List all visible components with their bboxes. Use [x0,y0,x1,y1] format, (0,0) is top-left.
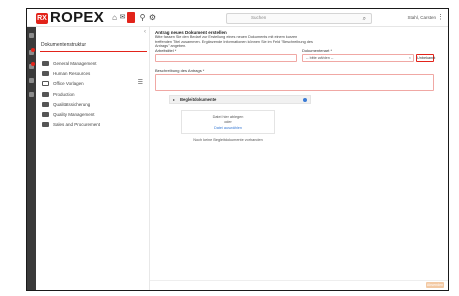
description-field-label: Beschreibung des Antrags * [155,68,205,73]
rail-report-icon[interactable] [29,78,34,83]
clear-icon[interactable]: × [409,55,411,60]
choose-file-link[interactable]: Datei auswählen [182,126,274,130]
tree-item-label: Quality Management [53,112,95,117]
no-attachments-text: Noch keine Begleitdokumente vorhanden [193,138,263,142]
panel-title: Dokumentenstruktur [41,42,87,48]
logo[interactable]: ROPEX [50,10,104,26]
type-select-value: -- bitte wählen -- [306,56,334,60]
notification-badge [31,48,35,52]
logo-mark: RX [36,13,48,24]
description-field[interactable] [155,74,434,91]
tree-item-label: Office Vorlagen [53,81,84,86]
tree-item-production[interactable]: Production [42,91,75,98]
document-structure-panel: ‹ Dokumentenstruktur General Management … [36,27,150,290]
panel-title-underline [40,51,147,52]
folder-icon [42,61,49,66]
notification-badge [31,62,35,66]
tree-item-label: Sales and Procurement [53,122,101,127]
search-input[interactable]: Suchen ⌕ [226,13,372,24]
tree-item-label: General Management [53,61,97,66]
tree-icon[interactable]: ⚲ [138,13,147,22]
document-icon[interactable] [127,12,135,23]
tree-item-office-vorlagen[interactable]: Office Vorlagen [42,80,84,87]
tree-item-label: Production [53,92,75,97]
top-bar: RX ROPEX ⌂ ✉ ≡ ⚲ ⚙ Suchen ⌕ Stahl, Carst… [27,9,448,27]
collapse-icon[interactable]: ‹ [144,29,146,35]
title-field[interactable] [155,54,297,62]
tree-item-quality-management[interactable]: Quality Management [42,111,95,118]
app-window: RX ROPEX ⌂ ✉ ≡ ⚲ ⚙ Suchen ⌕ Stahl, Carst… [26,8,449,291]
tree-item-qualitaetssicherung[interactable]: Qualitätssicherung [42,101,90,108]
tree-item-label: Human Resources [53,71,91,76]
tree-item-sales-procurement[interactable]: Sales and Procurement [42,121,100,128]
file-dropzone[interactable]: Datei hier ablegen oder Datei auswählen [181,110,275,134]
submit-button[interactable]: Absenden [426,282,444,288]
nav-rail [27,27,36,290]
form-description: Bitte fassen Sie den Bedarf zur Erstellu… [155,35,313,48]
folder-icon [42,102,49,107]
user-menu-icon[interactable]: ⋮ [437,13,444,22]
dropzone-or: oder [224,120,232,124]
unknown-type-button[interactable]: Unbekannt [416,54,435,62]
search-placeholder: Suchen [251,15,267,20]
attachments-header[interactable]: ▸ Begleitdokumente [169,95,311,104]
form-footer: Absenden [150,280,448,290]
plugin-icon[interactable]: ⚙ [148,13,157,22]
folder-icon [42,112,49,117]
type-field-label: Dokumentenart * [302,48,333,53]
dropzone-text: Datei hier ablegen [212,115,244,119]
attachments-title: Begleitdokumente [180,97,217,102]
title-field-label: Arbeitstitel * [155,48,177,53]
expand-caret-icon[interactable]: ▸ [173,97,175,102]
tree-item-human-resources[interactable]: Human Resources [42,70,90,77]
search-icon[interactable]: ⌕ [363,15,366,23]
folder-icon [42,122,49,127]
tree-item-general-management[interactable]: General Management [42,60,97,67]
tree-item-label: Qualitätssicherung [53,102,91,107]
type-select[interactable]: -- bitte wählen -- × [302,54,414,62]
rail-home-icon[interactable] [29,33,34,38]
folder-icon [42,92,49,97]
list-view-icon[interactable]: ☰ [138,79,143,86]
request-form: Antrag neues Dokument erstellen Bitte fa… [150,27,448,290]
user-name[interactable]: Stahl, Carsten [407,15,436,20]
rail-settings-icon[interactable] [29,92,34,97]
info-icon[interactable] [303,98,307,102]
folder-icon [42,71,49,76]
folder-outline-icon [42,81,49,86]
chat-icon[interactable]: ✉ [118,13,127,22]
